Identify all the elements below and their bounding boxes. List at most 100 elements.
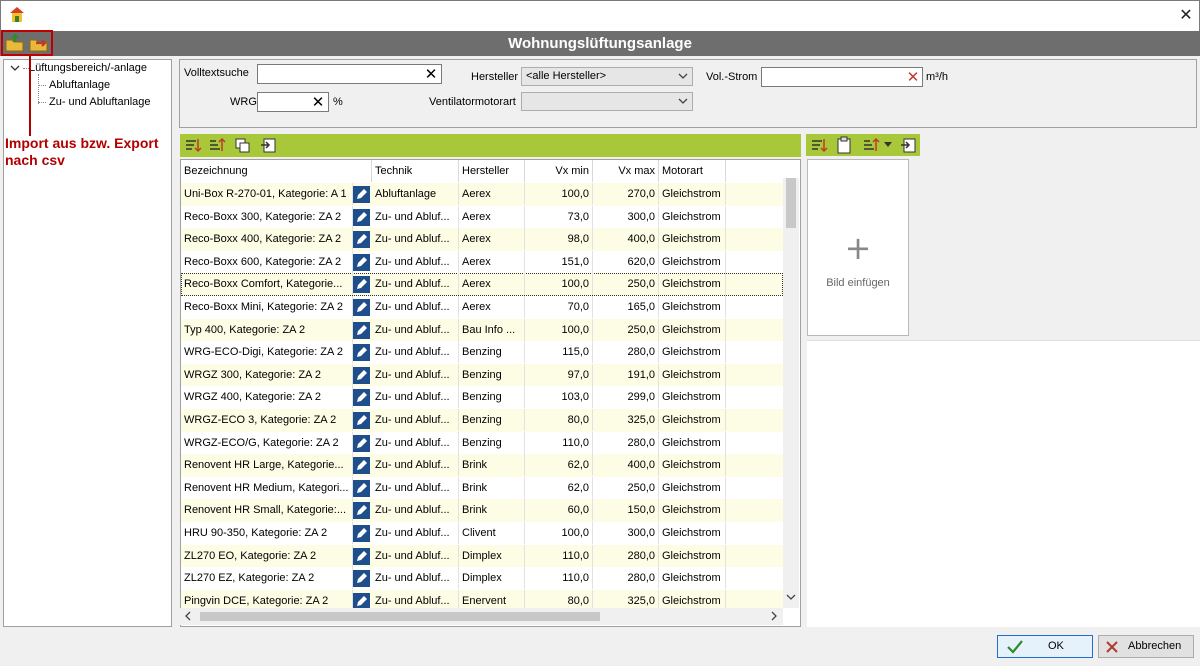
table-cell: 325,0: [593, 409, 659, 431]
chevron-down-icon[interactable]: [678, 96, 688, 109]
col-header-bezeichnung[interactable]: Bezeichnung: [181, 160, 372, 182]
motorart-select[interactable]: [521, 92, 693, 111]
grid-toolbar: [180, 134, 801, 157]
edit-icon[interactable]: [353, 344, 370, 362]
chevron-down-icon[interactable]: [10, 63, 20, 76]
table-cell: WRGZ 400, Kategorie: ZA 2: [181, 386, 353, 409]
ok-label: OK: [1048, 640, 1064, 652]
edit-icon[interactable]: [353, 208, 370, 226]
col-header-motorart[interactable]: Motorart: [659, 160, 726, 182]
table-row[interactable]: Renovent HR Medium, Kategori... Zu- und A…: [181, 476, 783, 500]
tree-line: [38, 102, 46, 103]
table-row[interactable]: WRGZ-ECO/G, Kategorie: ZA 2 Zu- und Abluf…: [181, 431, 783, 455]
scroll-thumb[interactable]: [200, 612, 600, 621]
table-cell: 300,0: [593, 205, 659, 228]
table-cell: Aerex: [459, 273, 525, 296]
dropdown-arrow-icon[interactable]: [884, 142, 892, 148]
chevron-left-icon[interactable]: [184, 611, 192, 624]
clear-volltext-icon[interactable]: ✕: [423, 66, 439, 82]
edit-icon[interactable]: [353, 547, 370, 565]
edit-icon[interactable]: [353, 389, 370, 407]
tree-item-abluftanlage[interactable]: Abluftanlage: [49, 79, 110, 91]
tree-item-zu-und-abluftanlage[interactable]: Zu- und Abluftanlage: [49, 96, 151, 108]
table-row[interactable]: ZL270 EO, Kategorie: ZA 2 Zu- und Abluf..…: [181, 544, 783, 568]
volstrom-input[interactable]: [761, 67, 923, 87]
copy-icon[interactable]: [234, 137, 252, 154]
table-cell: Zu- und Abluf...: [372, 522, 459, 544]
cancel-button[interactable]: Abbrechen: [1098, 635, 1194, 658]
table-cell: Gleichstrom: [659, 250, 726, 273]
table-row[interactable]: WRGZ 400, Kategorie: ZA 2 Zu- und Abluf..…: [181, 386, 783, 409]
edit-icon[interactable]: [353, 479, 370, 497]
table-row[interactable]: HRU 90-350, Kategorie: ZA 2 Zu- und Abluf…: [181, 522, 783, 545]
scroll-thumb[interactable]: [786, 178, 796, 228]
col-header-vx-max[interactable]: Vx max: [593, 160, 659, 182]
sort-desc-icon[interactable]: [862, 137, 880, 154]
close-icon[interactable]: ✕: [1176, 5, 1196, 25]
table-cell: Zu- und Abluf...: [372, 296, 459, 318]
table-cell: Aerex: [459, 183, 525, 205]
chevron-right-icon[interactable]: [770, 611, 778, 624]
clear-wrg-icon[interactable]: ✕: [310, 94, 326, 110]
edit-icon[interactable]: [353, 366, 370, 384]
table-row[interactable]: Uni-Box R-270-01, Kategorie: A 1 Abluftan…: [181, 183, 783, 206]
col-header-vx-min[interactable]: Vx min: [525, 160, 593, 182]
chevron-down-icon[interactable]: [678, 71, 688, 84]
table-row[interactable]: WRG-ECO-Digi, Kategorie: ZA 2 Zu- und Abl…: [181, 341, 783, 364]
table-row[interactable]: Reco-Boxx Comfort, Kategorie... Zu- und A…: [181, 273, 783, 296]
table-cell: Zu- und Abluf...: [372, 228, 459, 251]
edit-icon[interactable]: [353, 231, 370, 249]
sort-asc-icon[interactable]: [184, 137, 202, 154]
table-row[interactable]: ZL270 EZ, Kategorie: ZA 2 Zu- und Abluf..…: [181, 567, 783, 590]
hersteller-select[interactable]: <alle Hersteller>: [521, 67, 693, 86]
export-grid-icon[interactable]: [260, 136, 278, 154]
sort-asc-icon[interactable]: [810, 137, 828, 154]
sort-desc-icon[interactable]: [208, 137, 226, 154]
table-row[interactable]: Reco-Boxx Mini, Kategorie: ZA 2 Zu- und A…: [181, 296, 783, 319]
table-cell: Gleichstrom: [659, 363, 726, 386]
col-header-hersteller[interactable]: Hersteller: [459, 160, 525, 182]
highlight-box: [1, 30, 53, 56]
edit-icon[interactable]: [353, 525, 370, 542]
horizontal-scrollbar[interactable]: [180, 608, 783, 625]
edit-icon[interactable]: [353, 412, 370, 429]
table-row[interactable]: Reco-Boxx 300, Kategorie: ZA 2 Zu- und Ab…: [181, 205, 783, 229]
table-row[interactable]: WRGZ 300, Kategorie: ZA 2 Zu- und Abluf..…: [181, 363, 783, 387]
edit-icon[interactable]: [353, 321, 370, 339]
tree-item-root[interactable]: Lüftungsbereich/-anlage: [29, 62, 147, 74]
table-cell: 100,0: [525, 183, 593, 205]
table-row[interactable]: WRGZ-ECO 3, Kategorie: ZA 2 Zu- und Abluf…: [181, 409, 783, 432]
table-cell: 151,0: [525, 250, 593, 273]
table-row[interactable]: Reco-Boxx 400, Kategorie: ZA 2 Zu- und Ab…: [181, 228, 783, 251]
export-image-icon[interactable]: [900, 136, 918, 154]
vertical-scrollbar[interactable]: [783, 178, 799, 608]
edit-icon[interactable]: [353, 299, 370, 316]
edit-icon[interactable]: [353, 570, 370, 588]
edit-icon[interactable]: [353, 457, 370, 475]
chevron-down-icon[interactable]: [786, 592, 796, 605]
edit-icon[interactable]: [353, 276, 370, 294]
volltext-input[interactable]: [257, 64, 442, 84]
paste-icon[interactable]: [836, 136, 852, 154]
table-cell: Gleichstrom: [659, 318, 726, 341]
table-row[interactable]: Renovent HR Large, Kategorie... Zu- und A…: [181, 454, 783, 477]
clear-volstrom-icon[interactable]: ✕: [905, 69, 921, 85]
edit-icon[interactable]: [353, 434, 370, 452]
table-cell: Gleichstrom: [659, 273, 726, 296]
table-row[interactable]: Renovent HR Small, Kategorie:... Zu- und …: [181, 499, 783, 522]
table-cell: WRGZ 300, Kategorie: ZA 2: [181, 363, 353, 386]
edit-icon[interactable]: [353, 186, 370, 203]
col-header-technik[interactable]: Technik: [372, 160, 459, 182]
image-insert-label: Bild einfügen: [826, 277, 890, 289]
image-insert-card[interactable]: + Bild einfügen: [807, 159, 909, 336]
table-row[interactable]: Reco-Boxx 600, Kategorie: ZA 2 Zu- und Ab…: [181, 250, 783, 274]
table-cell: Gleichstrom: [659, 296, 726, 318]
ok-button[interactable]: OK: [997, 635, 1093, 658]
table-cell: 70,0: [525, 296, 593, 318]
table-cell: 280,0: [593, 341, 659, 364]
cross-icon: [1106, 641, 1118, 653]
edit-icon[interactable]: [353, 253, 370, 271]
table-cell: Zu- und Abluf...: [372, 431, 459, 454]
table-row[interactable]: Typ 400, Kategorie: ZA 2 Zu- und Abluf...…: [181, 318, 783, 342]
edit-icon[interactable]: [353, 502, 370, 520]
